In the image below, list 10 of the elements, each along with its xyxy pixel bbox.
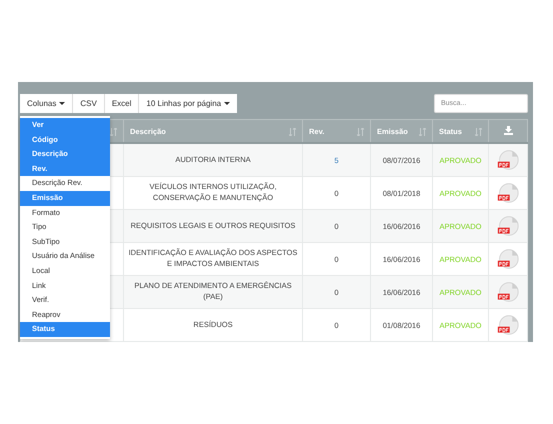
caret-icon	[59, 102, 66, 106]
toolbar-button[interactable]: Colunas	[20, 94, 74, 113]
download-icon[interactable]	[504, 126, 512, 134]
pdf-file-icon[interactable]	[497, 182, 519, 204]
pdf-file-icon[interactable]	[497, 149, 519, 171]
pdf-file-icon[interactable]	[497, 314, 519, 336]
pdf-file-icon[interactable]	[497, 248, 519, 270]
caret-icon	[224, 102, 230, 106]
pdf-file-icon[interactable]	[497, 281, 519, 303]
pdf-file-icon[interactable]	[497, 215, 519, 237]
